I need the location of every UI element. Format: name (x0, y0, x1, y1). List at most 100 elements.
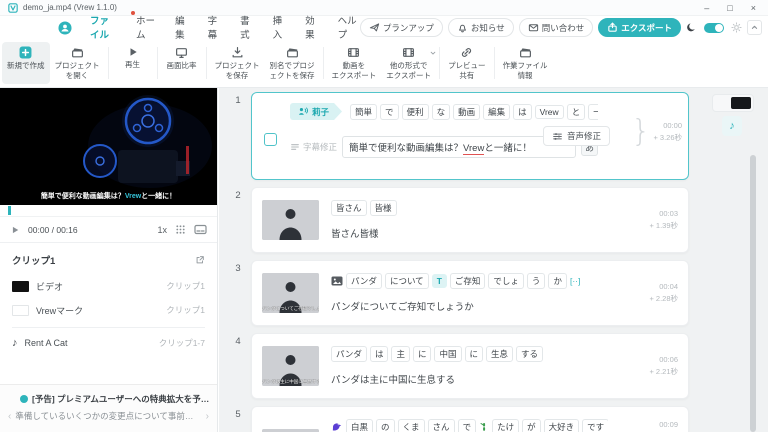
clip-row: 1莉子簡単で便利な動画編集はVrewと一緒に字幕修正簡単で便利な動画編集は？Vr… (225, 92, 768, 180)
toolbar-aspect-ratio-button[interactable]: 画面比率 (161, 42, 203, 84)
toolbar-save-project-as-button[interactable]: 別名でプロジ ェクトを保存 (265, 42, 320, 84)
word-chip[interactable]: な (431, 103, 451, 120)
video-track-chip[interactable] (712, 94, 754, 112)
clip-timing: 00:09+ 3.00秒 (649, 419, 678, 432)
maximize-icon[interactable]: □ (727, 3, 732, 13)
subtitle-input[interactable]: 簡単で便利な動画編集は？Vrewと一緒に！ (342, 136, 576, 158)
word-chip[interactable]: 簡単 (350, 103, 378, 120)
toolbar-new-project-button[interactable]: 新規で作成 (2, 42, 50, 84)
subtitle-toggle-icon[interactable] (194, 224, 207, 235)
speaker-icon (297, 106, 309, 117)
notification-banner[interactable]: [予告] プレミアムユーザーへの特典拡大を予… ‹ 準備しているいくつかの変更点… (0, 384, 217, 432)
user-avatar[interactable] (58, 20, 72, 35)
word-chip[interactable]: Vrew (534, 104, 564, 119)
clip-card[interactable]: 白黒のくまさんで竹が大好きです！白黒のくまさんでたけが大好きです[··][?]白… (251, 406, 689, 432)
word-chip[interactable]: で (380, 103, 399, 120)
word-chip[interactable]: 生息 (486, 346, 514, 362)
clip-timing: } 00:00 + 3.26秒 (631, 117, 682, 147)
toolbar-open-project-button[interactable]: プロジェクト を開く (50, 42, 105, 84)
chevron-right-icon[interactable]: › (206, 411, 209, 422)
clip-list-item[interactable]: Vrewマーク クリップ1 (12, 298, 205, 322)
close-icon[interactable]: × (751, 3, 756, 13)
toolbar-export-video-button[interactable]: 動画を エクスポート (327, 42, 382, 84)
collapse-toolbar-button[interactable] (747, 20, 762, 35)
minimize-icon[interactable]: – (704, 3, 709, 13)
toolbar-divider (439, 47, 441, 79)
word-chip[interactable]: パンダ (331, 346, 367, 362)
sun-icon (731, 22, 742, 33)
timeline-scrubber[interactable] (0, 205, 217, 217)
audio-track-chip[interactable]: ♪ (722, 116, 742, 136)
clip-timing: 00:04 + 2.28秒 (649, 281, 678, 305)
clip-card-selected[interactable]: 莉子簡単で便利な動画編集はVrewと一緒に字幕修正簡単で便利な動画編集は？Vre… (251, 92, 689, 180)
word-chip[interactable]: に (412, 346, 432, 362)
popout-icon[interactable] (195, 255, 205, 265)
word-chip[interactable]: について (384, 273, 429, 289)
contact-button[interactable]: 問い合わせ (518, 18, 594, 37)
speed-button[interactable]: 1x (157, 225, 167, 235)
dark-mode-toggle[interactable] (704, 22, 724, 33)
clip-card[interactable]: 皆さん 皆様 皆さん皆様 00:03 + 1.39秒 (251, 187, 689, 253)
playhead[interactable] (8, 206, 11, 215)
vertical-scrollbar[interactable] (750, 155, 756, 432)
word-chip[interactable]: です (582, 419, 608, 432)
word-chip[interactable]: 中国 (434, 346, 462, 362)
word-chip[interactable]: で (457, 419, 477, 432)
row-checkbox[interactable] (264, 133, 277, 146)
subtitle-text[interactable]: パンダについてご存知でしょうか (331, 299, 608, 313)
word-chip[interactable]: の (376, 419, 395, 432)
word-chip[interactable]: と (566, 103, 586, 120)
clip-list-item[interactable]: ビデオ クリップ1 (12, 274, 205, 298)
play-icon[interactable] (10, 225, 20, 235)
word-chip[interactable]: 大好き (543, 419, 580, 432)
grid-icon[interactable] (175, 224, 186, 235)
speaker-tag[interactable]: 莉子 (290, 103, 342, 120)
word-chip[interactable]: 白黒 (346, 419, 374, 432)
word-chip[interactable]: 便利 (401, 103, 429, 120)
word-chip[interactable]: が (522, 419, 541, 432)
word-chip[interactable]: 皆さん (331, 200, 367, 216)
export-button[interactable]: エクスポート (598, 18, 681, 37)
clip-card[interactable]: パンダについてご存知でしょうか パンダについてTご存知でしょうか[··] パンダにつ… (251, 260, 689, 326)
plan-up-button[interactable]: プランアップ (359, 18, 443, 37)
clip-list-item[interactable]: ♪ Rent A Cat クリップ1-7 (12, 327, 205, 355)
voice-edit-button[interactable]: 音声修正 (542, 126, 610, 146)
word-chip[interactable]: 一緒 (588, 103, 598, 120)
clip-card[interactable]: パンダは主に中国に生息する パンダは主に中国に生息 する パンダは主に中国に生息する 0… (251, 333, 689, 399)
word-chip[interactable]: でしょ (488, 273, 524, 289)
toolbar-work-file-info-button[interactable]: 作業ファイル 情報 (498, 42, 553, 84)
subtitle-text[interactable]: パンダは主に中国に生息する (331, 372, 608, 386)
word-chip[interactable]: か (548, 273, 567, 289)
word-chip[interactable]: する (516, 346, 544, 362)
toolbar-play-button[interactable]: 再生 (112, 42, 154, 84)
format-text-chip[interactable]: T (431, 274, 447, 288)
word-chip[interactable]: 主 (391, 346, 410, 362)
word-chip[interactable]: パンダ (346, 273, 382, 289)
clip-thumbnail[interactable] (262, 200, 319, 240)
word-chip[interactable]: 動画 (453, 103, 481, 120)
word-chip[interactable]: くま (397, 419, 425, 432)
clip-duration: + 3.26秒 (653, 133, 682, 142)
word-chip[interactable]: は (513, 103, 532, 120)
clip-thumbnail[interactable]: パンダは主に中国に生息する (262, 346, 319, 386)
word-chip[interactable]: う (526, 273, 546, 289)
word-chip[interactable]: は (369, 346, 389, 362)
toolbar-export-other-format-button[interactable]: 他の形式で エクスポート (381, 42, 436, 84)
word-chip[interactable]: 皆様 (369, 200, 397, 216)
menu-actions: プランアップ お知らせ 問い合わせ エクスポート (359, 18, 768, 37)
word-chip[interactable]: さん (427, 419, 455, 432)
video-preview[interactable]: 簡単で便利な動画編集は？Vrewと一緒に！ (0, 88, 217, 205)
toolbar-share-preview-button[interactable]: プレビュー 共有 (443, 42, 491, 84)
word-chip[interactable]: 編集 (483, 103, 511, 120)
clip-thumbnail[interactable]: パンダについてご存知でしょうか (262, 273, 319, 313)
word-chip[interactable]: に (464, 346, 484, 362)
subtitle-text[interactable]: 皆さん皆様 (331, 226, 608, 240)
word-chip[interactable]: ご存知 (449, 273, 486, 289)
chevron-left-icon[interactable]: ‹ (8, 411, 11, 422)
toolbar-save-project-button[interactable]: プロジェクト を保存 (210, 42, 265, 84)
film-icon (347, 46, 360, 59)
notifications-button[interactable]: お知らせ (447, 18, 514, 37)
subtitle-edit-label[interactable]: 字幕修正 (290, 141, 337, 153)
ellipsis-chip[interactable]: [··] (570, 276, 580, 286)
word-chip[interactable]: たけ (492, 419, 520, 432)
